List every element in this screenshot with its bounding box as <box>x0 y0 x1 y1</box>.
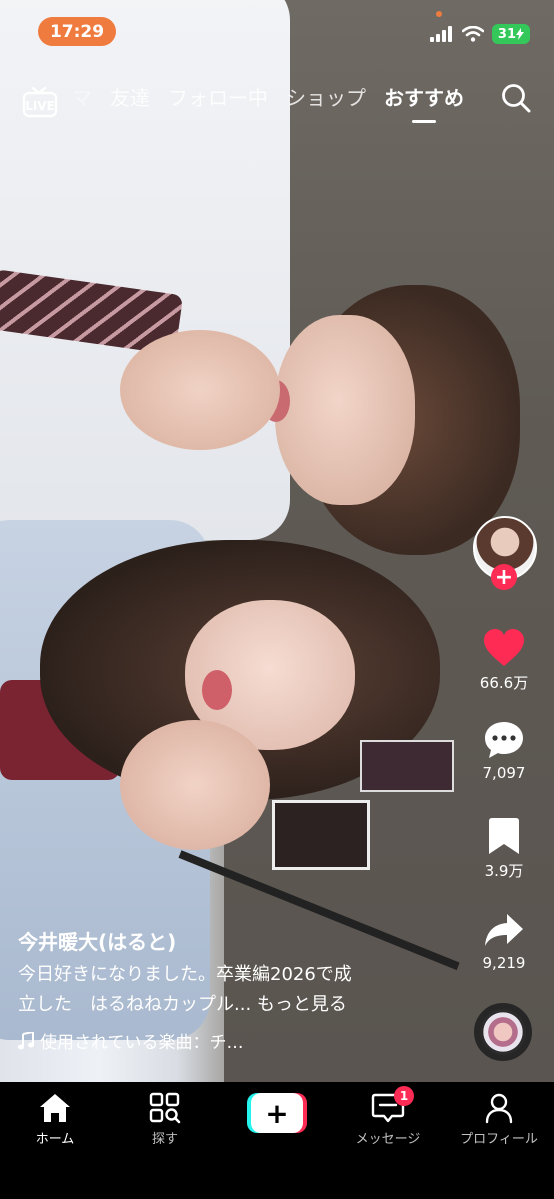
home-icon <box>40 1094 70 1122</box>
battery-level: 31 <box>497 26 516 42</box>
battery-indicator: 31 <box>491 24 530 44</box>
charging-bolt-icon <box>516 28 524 40</box>
inbox-icon-wrap: 1 <box>368 1086 414 1124</box>
search-icon <box>502 84 531 113</box>
person1-shirt <box>0 0 290 540</box>
nav-discover[interactable]: 探す <box>110 1092 220 1147</box>
music-note-icon <box>18 1031 34 1049</box>
description-text: 立した はるねねカップル... <box>18 994 252 1015</box>
person1-hands <box>120 330 280 450</box>
nav-home-label: ホーム <box>35 1132 75 1147</box>
nav-profile[interactable]: プロフィール <box>444 1092 554 1147</box>
video-description[interactable]: 今日好きになりました。卒業編2026で成 立した はるねねカップル... もっと… <box>18 960 438 1020</box>
person1-face <box>275 315 415 505</box>
live-label: LIVE <box>25 99 55 113</box>
wifi-icon <box>461 26 484 42</box>
tab-following[interactable]: フォロー中 <box>168 82 268 111</box>
status-icons: 31 <box>429 24 530 44</box>
feed-tabs: マ 友達 フォロー中 ショップ おすすめ <box>72 82 464 123</box>
nav-inbox[interactable]: 1 メッセージ <box>333 1086 443 1147</box>
music-info[interactable]: 使用されている楽曲：チ… <box>18 1028 438 1053</box>
nav-home[interactable]: ホーム <box>0 1092 110 1147</box>
tab-partial[interactable]: マ <box>72 82 92 111</box>
bookmark-icon <box>489 818 519 854</box>
tab-for-you[interactable]: おすすめ <box>384 82 464 123</box>
see-more-link[interactable]: もっと見る <box>257 994 347 1015</box>
cellular-signal-icon <box>429 26 452 42</box>
follow-button[interactable]: + <box>491 564 517 590</box>
inbox-badge: 1 <box>394 1086 414 1106</box>
profile-icon <box>485 1093 513 1124</box>
wall-poster <box>272 800 370 870</box>
discover-grid-icon <box>149 1092 181 1124</box>
comment-button[interactable]: 7,097 <box>464 720 544 782</box>
share-arrow-icon <box>485 914 523 946</box>
save-count: 3.9万 <box>484 862 524 880</box>
save-button[interactable]: 3.9万 <box>464 816 544 881</box>
wall-poster <box>360 740 454 792</box>
live-tv-icon: LIVE <box>22 86 58 118</box>
tiktok-feed-screen: 17:29 31 LIVE マ 友達 フォロー中 ショップ おすすめ + 66.… <box>0 0 554 1199</box>
music-title: 使用されている楽曲：チ… <box>40 1033 244 1053</box>
live-button[interactable]: LIVE <box>22 86 58 122</box>
like-button[interactable]: 66.6万 <box>464 628 544 693</box>
creator-username[interactable]: 今井暖大(はると) <box>18 926 438 955</box>
heart-icon <box>484 629 524 666</box>
share-button[interactable]: 9,219 <box>464 910 544 972</box>
comment-count: 7,097 <box>482 764 526 782</box>
person2-hands <box>120 720 270 850</box>
description-line: 今日好きになりました。卒業編2026で成 <box>18 964 352 985</box>
person2-lips <box>202 670 232 710</box>
share-count: 9,219 <box>482 954 526 972</box>
nav-discover-label: 探す <box>151 1132 178 1147</box>
tab-shop[interactable]: ショップ <box>286 82 366 111</box>
like-count: 66.6万 <box>479 674 529 692</box>
recording-indicator <box>436 11 442 17</box>
plus-icon: + <box>494 564 514 590</box>
music-disc[interactable] <box>474 1003 532 1061</box>
nav-profile-label: プロフィール <box>460 1132 538 1147</box>
video-caption: 今井暖大(はると) 今日好きになりました。卒業編2026で成 立した はるねねカ… <box>18 926 438 1053</box>
search-button[interactable] <box>500 82 532 118</box>
nav-inbox-label: メッセージ <box>355 1132 421 1147</box>
status-time: 17:29 <box>38 17 116 46</box>
comment-icon <box>485 722 523 758</box>
plus-icon: + <box>251 1093 303 1133</box>
create-button[interactable]: + <box>247 1093 307 1133</box>
description-line: 立した はるねねカップル... もっと見る <box>18 990 438 1020</box>
top-navigation: LIVE マ 友達 フォロー中 ショップ おすすめ <box>0 82 554 123</box>
tab-friends[interactable]: 友達 <box>110 82 150 111</box>
bottom-navigation: ホーム 探す + 1 メッセージ プロフィール <box>0 1082 554 1199</box>
